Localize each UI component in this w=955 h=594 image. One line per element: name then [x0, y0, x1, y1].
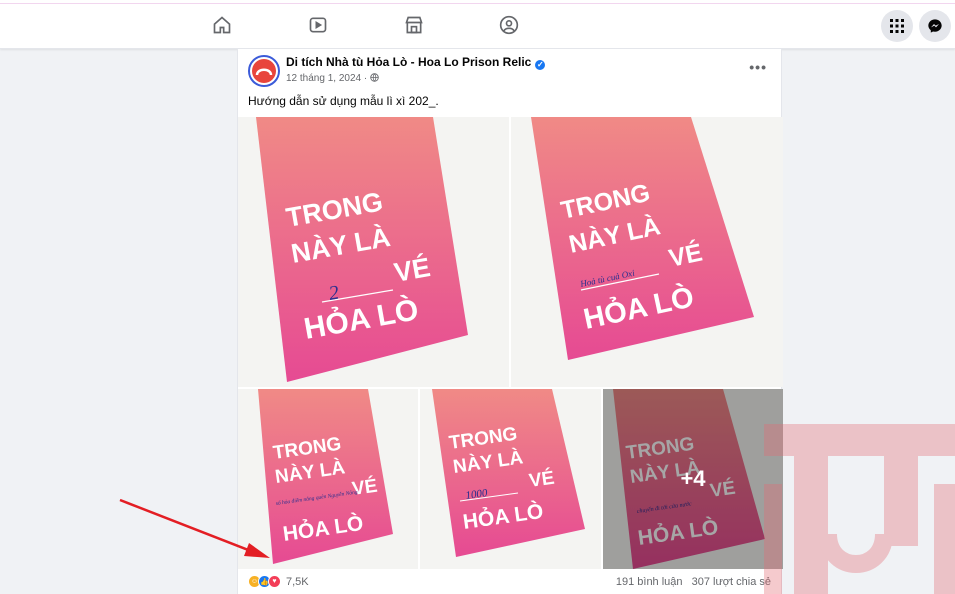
annotation-arrow-icon	[119, 498, 270, 558]
